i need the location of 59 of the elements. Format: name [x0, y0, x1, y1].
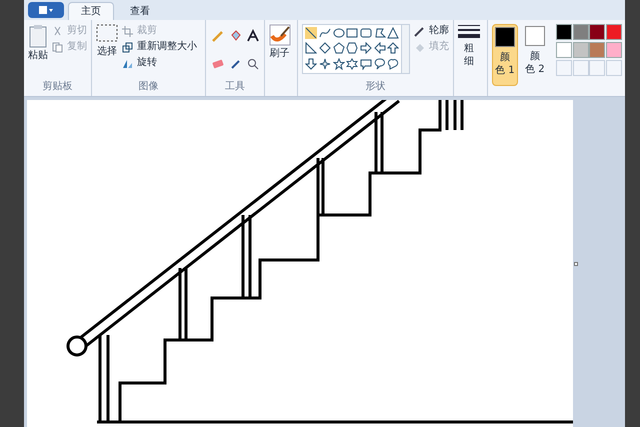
shape-icon[interactable] — [305, 27, 318, 39]
palette-color[interactable] — [606, 42, 622, 58]
ribbon-button[interactable]: 旋转 — [122, 56, 197, 70]
ribbon-tab[interactable]: 主页 — [68, 2, 114, 20]
shape-icon[interactable] — [305, 42, 318, 54]
shape-icon[interactable] — [360, 42, 372, 54]
shape-icon[interactable] — [346, 58, 358, 70]
shape-icon[interactable] — [360, 58, 372, 70]
shape-icon[interactable] — [374, 58, 386, 70]
palette-color[interactable] — [572, 42, 589, 58]
group-label: 形状 — [364, 80, 387, 94]
palette-color[interactable] — [606, 24, 622, 40]
brush-button[interactable]: 刷子 — [268, 24, 291, 80]
crop-icon — [122, 26, 133, 36]
resize-handle[interactable] — [574, 262, 578, 266]
shape-icon[interactable] — [319, 27, 331, 39]
shape-icon[interactable] — [305, 58, 318, 70]
shape-icon[interactable] — [332, 27, 345, 39]
bucket-icon — [414, 42, 425, 52]
palette-color[interactable] — [556, 24, 572, 40]
shape-icon[interactable] — [374, 27, 386, 39]
palette-color[interactable] — [556, 42, 572, 58]
shape-icon[interactable] — [374, 42, 386, 54]
ribbon-button[interactable]: 重新调整大小 — [122, 40, 197, 54]
paste-button[interactable]: 粘贴 — [28, 24, 48, 80]
pencil-icon — [414, 26, 425, 36]
group-label: 剪贴板 — [42, 80, 74, 94]
palette-color[interactable] — [589, 42, 606, 58]
shape-icon[interactable] — [387, 42, 400, 54]
size-button[interactable]: 粗 细 — [458, 24, 480, 80]
text-tool-icon[interactable] — [245, 28, 262, 44]
resize-icon — [122, 42, 133, 52]
clipboard-icon — [28, 24, 48, 48]
shape-icon[interactable] — [346, 27, 358, 39]
brush-icon — [268, 24, 291, 46]
shape-icon[interactable] — [319, 42, 331, 54]
palette-color[interactable] — [572, 24, 589, 40]
copy-icon — [52, 42, 63, 52]
app-menu-button[interactable] — [28, 2, 64, 18]
shape-icon[interactable] — [319, 58, 331, 70]
palette-color[interactable] — [589, 24, 606, 40]
group-label: 图像 — [138, 80, 160, 94]
ribbon-tab[interactable]: 查看 — [118, 2, 162, 20]
ribbon-button[interactable]: 轮廓 — [414, 24, 449, 38]
color-selector[interactable]: 颜 色 1 — [492, 24, 518, 86]
shape-icon[interactable] — [360, 27, 372, 39]
shape-icon[interactable] — [332, 42, 345, 54]
group-label: 工具 — [224, 80, 246, 94]
rotate-icon — [122, 58, 133, 68]
selection-icon — [96, 24, 118, 44]
gallery-scrollbar[interactable] — [401, 25, 409, 73]
shape-icon[interactable] — [332, 58, 345, 70]
scissors-icon — [52, 26, 63, 36]
shape-icon[interactable] — [387, 58, 400, 70]
color-selector[interactable]: 颜 色 2 — [522, 24, 548, 86]
shape-icon[interactable] — [387, 27, 400, 39]
select-button[interactable]: 选择 — [96, 24, 118, 80]
shape-icon[interactable] — [346, 42, 358, 54]
menu-icon — [39, 6, 53, 14]
